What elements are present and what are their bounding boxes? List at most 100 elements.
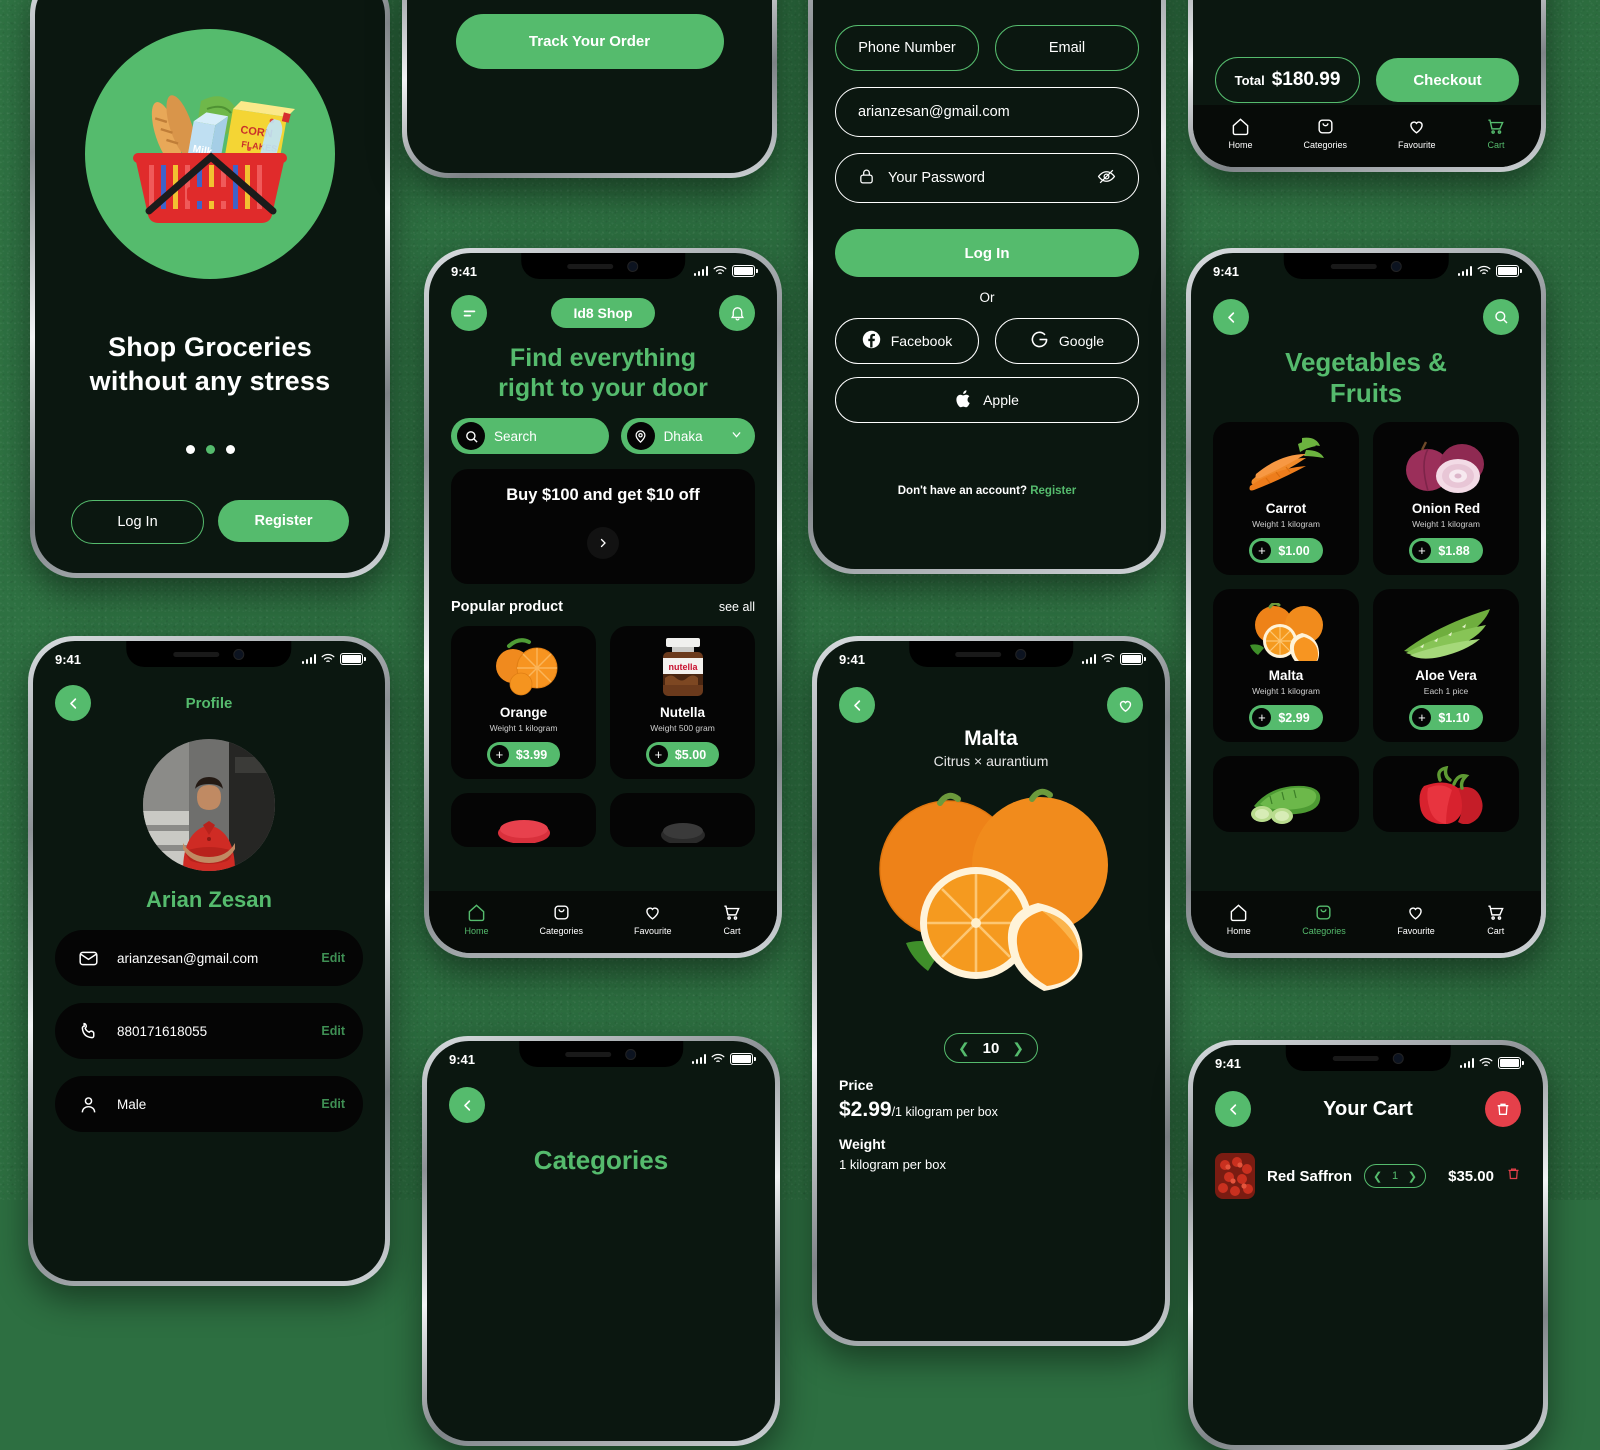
nav-home-label: Home <box>1228 139 1253 150</box>
nav-cart[interactable]: Cart <box>1486 903 1505 936</box>
battery-icon <box>732 265 758 277</box>
nav-favourite[interactable]: Favourite <box>1398 117 1436 150</box>
apple-login-button[interactable]: Apple <box>835 377 1139 423</box>
notification-button[interactable] <box>719 295 755 331</box>
add-to-cart-button[interactable]: + $2.99 <box>1249 705 1323 731</box>
track-your-order-button[interactable]: Track Your Order <box>455 14 724 69</box>
remove-cart-item-button[interactable] <box>1506 1166 1521 1186</box>
nav-categories[interactable]: Categories <box>539 903 583 936</box>
nav-categories[interactable]: Categories <box>1302 903 1346 936</box>
status-time: 9:41 <box>55 651 82 667</box>
product-card[interactable] <box>1373 756 1519 833</box>
total-label: Total <box>1234 72 1265 88</box>
product-name: Carrot <box>1265 501 1307 517</box>
tab-phone-number[interactable]: Phone Number <box>835 25 979 71</box>
add-to-cart-button[interactable]: + $3.99 <box>486 742 561 767</box>
add-to-cart-button[interactable]: + $1.00 <box>1249 538 1323 564</box>
cart-item-quantity-stepper[interactable]: ❮ 1 ❯ <box>1364 1164 1427 1188</box>
app-logo: Milk CORN FLAKES <box>85 29 335 279</box>
carousel-dots[interactable] <box>57 444 363 454</box>
product-card[interactable]: Aloe Vera Each 1 pice + $1.10 <box>1373 589 1519 743</box>
product-card[interactable]: Orange Weight 1 kilogram + $3.99 <box>451 626 596 779</box>
login-submit-button[interactable]: Log In <box>835 229 1139 277</box>
checkout-button[interactable]: Checkout <box>1376 58 1519 102</box>
plus-icon: + <box>648 745 668 764</box>
cart-item-row[interactable]: Red Saffron ❮ 1 ❯ $35.00 <box>1215 1153 1521 1199</box>
nav-favourite-label: Favourite <box>633 925 672 936</box>
nav-cart[interactable]: Cart <box>722 903 741 936</box>
product-card[interactable] <box>451 793 596 847</box>
edit-gender-button[interactable]: Edit <box>321 1097 345 1111</box>
nav-favourite[interactable]: Favourite <box>1397 903 1435 936</box>
avatar <box>143 739 275 871</box>
promo-next-icon[interactable] <box>587 527 619 559</box>
login-button[interactable]: Log In <box>71 499 204 544</box>
no-account-text: Don't have an account? <box>897 485 1028 497</box>
profile-row-phone[interactable]: 880171618055 Edit <box>55 1003 363 1059</box>
location-selector[interactable]: Dhaka <box>620 418 755 454</box>
product-price: $1.88 <box>1438 543 1470 558</box>
password-field[interactable]: Your Password <box>835 153 1139 203</box>
nav-cart[interactable]: Cart <box>1486 117 1505 150</box>
toggle-password-visibility-icon[interactable] <box>1097 167 1116 190</box>
product-card[interactable] <box>1213 756 1359 833</box>
nav-cart-label: Cart <box>723 925 741 936</box>
see-all-link[interactable]: see all <box>719 600 755 614</box>
popular-products-grid: Orange Weight 1 kilogram + $3.99 nutella… <box>451 626 755 779</box>
facebook-login-button[interactable]: Facebook <box>835 318 979 364</box>
battery-icon <box>730 1053 756 1065</box>
product-card[interactable]: Malta Weight 1 kilogram + $2.99 <box>1213 589 1359 743</box>
notch <box>519 1041 683 1067</box>
quantity-increment-icon[interactable]: ❯ <box>1408 1170 1417 1183</box>
search-icon <box>457 422 485 450</box>
back-button[interactable] <box>449 1087 485 1123</box>
edit-phone-button[interactable]: Edit <box>321 1024 345 1038</box>
phone-cart-checkout: Total $180.99 Checkout Home Categories F… <box>1188 0 1546 172</box>
nav-categories[interactable]: Categories <box>1303 117 1347 150</box>
wifi-icon <box>321 652 335 667</box>
google-login-button[interactable]: Google <box>995 318 1139 364</box>
search-input[interactable]: Search <box>451 418 609 454</box>
back-button[interactable] <box>839 687 875 723</box>
product-card[interactable]: Onion Red Weight 1 kilogram + $1.88 <box>1373 422 1519 576</box>
nav-home[interactable]: Home <box>464 903 489 936</box>
promo-banner[interactable]: Buy $100 and get $10 off <box>451 469 755 584</box>
profile-row-gender[interactable]: Male Edit <box>55 1076 363 1132</box>
menu-button[interactable] <box>451 295 487 331</box>
quantity-decrement-icon[interactable]: ❮ <box>1373 1170 1382 1183</box>
product-price: $1.00 <box>1278 543 1310 558</box>
email-field[interactable]: arianzesan@gmail.com <box>835 87 1139 137</box>
register-link[interactable]: Register <box>1030 485 1076 497</box>
tab-email[interactable]: Email <box>995 25 1139 71</box>
nav-home[interactable]: Home <box>1228 117 1253 150</box>
carousel-dot-1[interactable] <box>185 444 195 454</box>
profile-row-email[interactable]: arianzesan@gmail.com Edit <box>55 930 363 986</box>
product-name: Orange <box>499 705 548 720</box>
cart-item-thumbnail <box>1215 1153 1255 1199</box>
onboarding-title-line2: without any stress <box>89 365 331 396</box>
nav-home[interactable]: Home <box>1227 903 1251 936</box>
search-button[interactable] <box>1483 299 1519 335</box>
carousel-dot-3[interactable] <box>225 444 235 454</box>
quantity-decrement-icon[interactable]: ❮ <box>958 1040 970 1057</box>
product-image-bell-pepper <box>1398 766 1494 825</box>
carousel-dot-2[interactable] <box>205 444 215 454</box>
quantity-increment-icon[interactable]: ❯ <box>1012 1040 1024 1057</box>
register-button[interactable]: Register <box>218 499 349 542</box>
nav-favourite[interactable]: Favourite <box>634 903 672 936</box>
cart-item-quantity: 1 <box>1391 1170 1399 1182</box>
product-subtitle: Citrus × aurantium <box>933 753 1049 769</box>
email-value: arianzesan@gmail.com <box>858 104 1010 120</box>
quantity-stepper[interactable]: ❮ 10 ❯ <box>944 1033 1038 1063</box>
product-card[interactable] <box>610 793 755 847</box>
cellular-icon <box>1081 654 1096 664</box>
chevron-down-icon[interactable] <box>730 428 743 444</box>
add-to-cart-button[interactable]: + $5.00 <box>645 742 720 767</box>
favourite-button[interactable] <box>1107 687 1143 723</box>
add-to-cart-button[interactable]: + $1.10 <box>1409 705 1483 731</box>
product-card[interactable]: Carrot Weight 1 kilogram + $1.00 <box>1213 422 1359 576</box>
edit-email-button[interactable]: Edit <box>321 951 345 965</box>
back-button[interactable] <box>1213 299 1249 335</box>
add-to-cart-button[interactable]: + $1.88 <box>1409 538 1483 564</box>
product-card[interactable]: nutella Nutella Weight 500 gram + $5.00 <box>610 626 755 779</box>
